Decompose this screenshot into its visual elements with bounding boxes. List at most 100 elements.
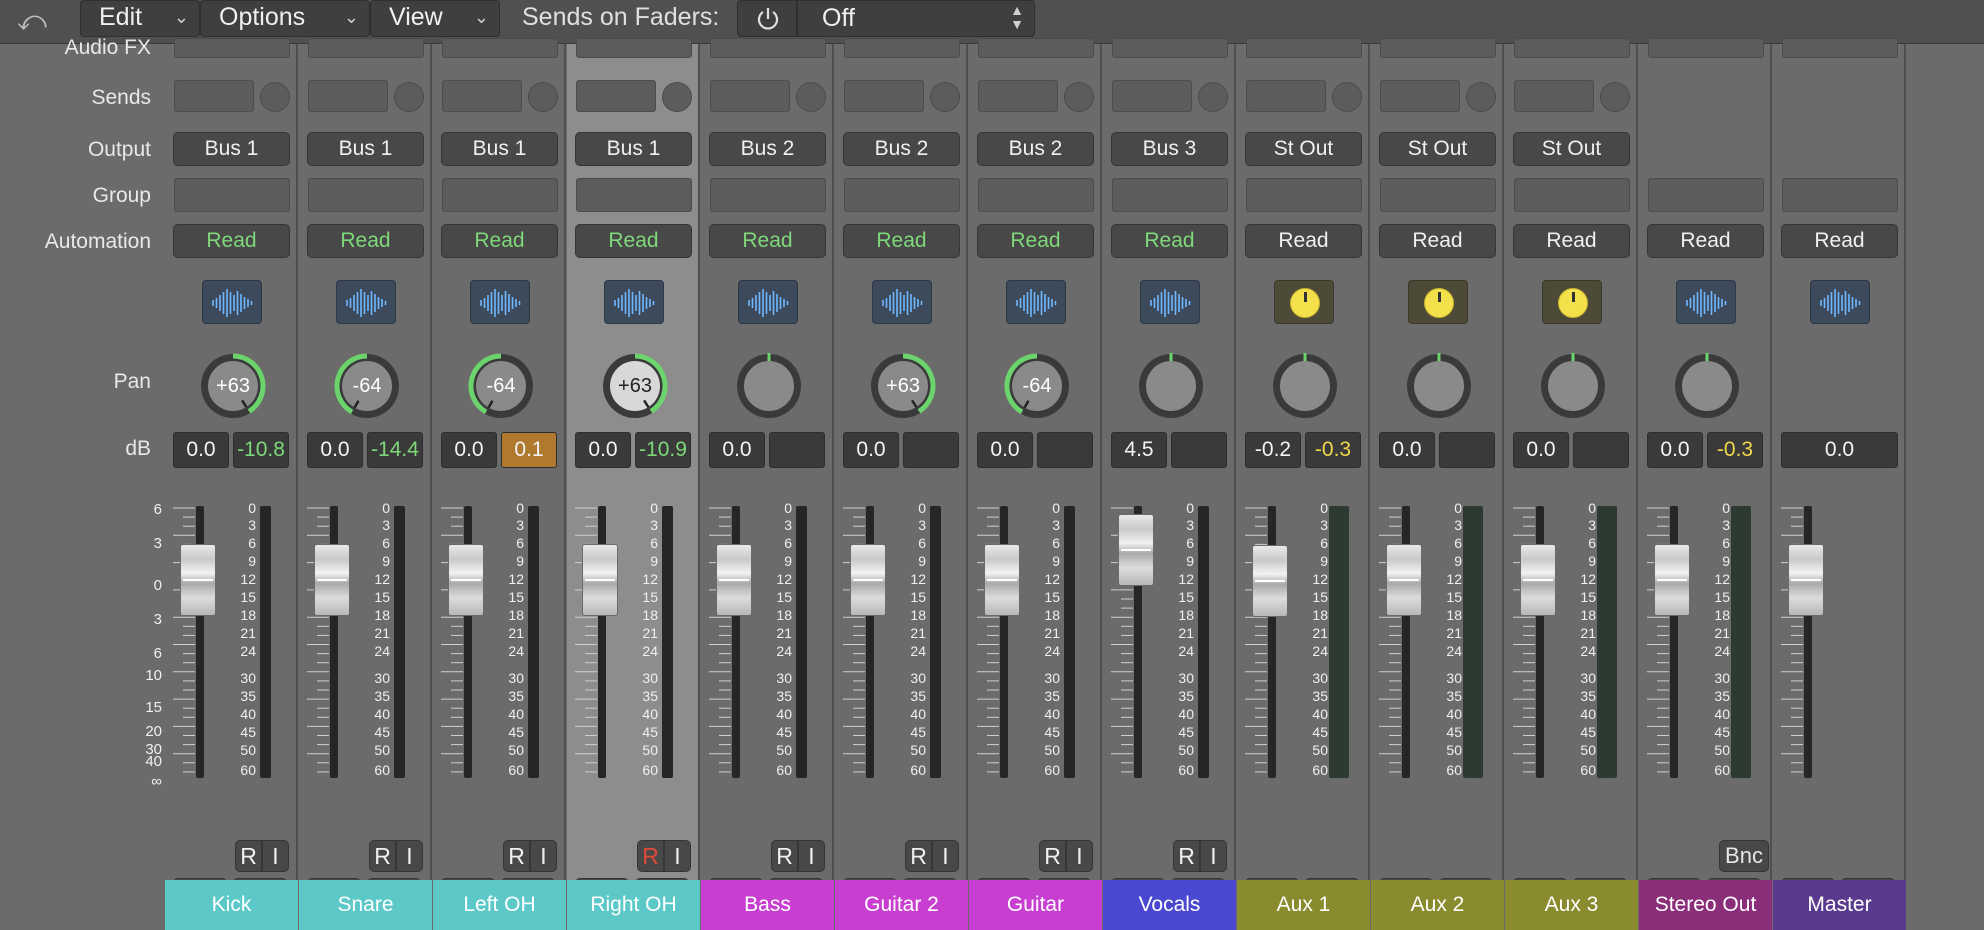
gain-display[interactable]: 0.0 <box>977 432 1033 468</box>
waveform-icon[interactable] <box>738 280 798 324</box>
input-monitor-button[interactable]: I <box>1200 840 1227 872</box>
waveform-icon[interactable] <box>470 280 530 324</box>
send-slot[interactable] <box>844 80 924 112</box>
peak-display[interactable]: -10.8 <box>233 432 289 468</box>
waveform-icon[interactable] <box>1810 280 1870 324</box>
fader-handle[interactable] <box>180 544 216 616</box>
waveform-icon[interactable] <box>1140 280 1200 324</box>
peak-display[interactable] <box>769 432 825 468</box>
automation-button[interactable]: Read <box>173 224 290 258</box>
pan-knob[interactable]: -64 <box>332 351 402 421</box>
pan-knob[interactable]: +63 <box>868 351 938 421</box>
group-slot[interactable] <box>576 178 692 212</box>
audio-fx-slot[interactable] <box>1782 38 1898 58</box>
send-slot[interactable] <box>308 80 388 112</box>
automation-button[interactable]: Read <box>1647 224 1764 258</box>
track-name-bar[interactable]: Vocals <box>1103 880 1236 930</box>
output-button[interactable]: Bus 1 <box>441 132 558 166</box>
aux-knob-icon[interactable] <box>1274 280 1334 324</box>
fader-handle[interactable] <box>1118 513 1154 586</box>
track-name-bar[interactable]: Guitar 2 <box>835 880 968 930</box>
fader-handle[interactable] <box>314 544 350 616</box>
send-level-knob[interactable] <box>394 82 424 112</box>
group-slot[interactable] <box>978 178 1094 212</box>
group-slot[interactable] <box>1246 178 1362 212</box>
pan-knob[interactable] <box>734 351 804 421</box>
automation-button[interactable]: Read <box>307 224 424 258</box>
audio-fx-slot[interactable] <box>1514 38 1630 58</box>
fader-handle[interactable] <box>448 544 484 616</box>
audio-fx-slot[interactable] <box>308 38 424 58</box>
pan-knob[interactable] <box>1404 351 1474 421</box>
track-name-bar[interactable]: Aux 1 <box>1237 880 1370 930</box>
record-enable-button[interactable]: R <box>1039 840 1066 872</box>
track-name-bar[interactable]: Bass <box>701 880 834 930</box>
pan-knob[interactable]: -64 <box>1002 351 1072 421</box>
group-slot[interactable] <box>1514 178 1630 212</box>
input-monitor-button[interactable]: I <box>530 840 557 872</box>
group-slot[interactable] <box>1648 178 1764 212</box>
automation-button[interactable]: Read <box>441 224 558 258</box>
record-enable-button[interactable]: R <box>905 840 932 872</box>
track-name-bar[interactable]: Aux 2 <box>1371 880 1504 930</box>
gain-display[interactable]: 0.0 <box>1647 432 1703 468</box>
audio-fx-slot[interactable] <box>710 38 826 58</box>
peak-display[interactable] <box>1171 432 1227 468</box>
send-slot[interactable] <box>1112 80 1192 112</box>
fader-handle[interactable] <box>984 544 1020 616</box>
send-level-knob[interactable] <box>260 82 290 112</box>
automation-button[interactable]: Read <box>1245 224 1362 258</box>
send-slot[interactable] <box>442 80 522 112</box>
aux-knob-icon[interactable] <box>1542 280 1602 324</box>
record-enable-button[interactable]: R <box>771 840 798 872</box>
track-name-bar[interactable]: Snare <box>299 880 432 930</box>
send-slot[interactable] <box>1380 80 1460 112</box>
audio-fx-slot[interactable] <box>978 38 1094 58</box>
fader-handle[interactable] <box>1654 544 1690 616</box>
audio-fx-slot[interactable] <box>1648 38 1764 58</box>
input-monitor-button[interactable]: I <box>1066 840 1093 872</box>
waveform-icon[interactable] <box>336 280 396 324</box>
waveform-icon[interactable] <box>1006 280 1066 324</box>
record-enable-button[interactable]: R <box>235 840 262 872</box>
track-name-bar[interactable]: Guitar <box>969 880 1102 930</box>
send-level-knob[interactable] <box>528 82 558 112</box>
menu-edit[interactable]: Edit ⌄ <box>80 0 200 37</box>
record-enable-button[interactable]: R <box>1173 840 1200 872</box>
menu-view[interactable]: View ⌄ <box>370 0 500 37</box>
back-arrow-icon[interactable]: ⤺ <box>14 4 50 38</box>
aux-knob-icon[interactable] <box>1408 280 1468 324</box>
output-button[interactable]: Bus 1 <box>173 132 290 166</box>
gain-display[interactable]: 0.0 <box>441 432 497 468</box>
automation-button[interactable]: Read <box>575 224 692 258</box>
gain-display[interactable]: 4.5 <box>1111 432 1167 468</box>
track-name-bar[interactable]: Stereo Out <box>1639 880 1772 930</box>
gain-display[interactable]: 0.0 <box>173 432 229 468</box>
pan-knob[interactable]: +63 <box>600 351 670 421</box>
send-slot[interactable] <box>1246 80 1326 112</box>
automation-button[interactable]: Read <box>1379 224 1496 258</box>
fader-handle[interactable] <box>1788 544 1824 616</box>
output-button[interactable]: Bus 3 <box>1111 132 1228 166</box>
group-slot[interactable] <box>1380 178 1496 212</box>
pan-knob[interactable]: -64 <box>466 351 536 421</box>
group-slot[interactable] <box>442 178 558 212</box>
track-name-bar[interactable]: Right OH <box>567 880 700 930</box>
gain-display[interactable]: 0.0 <box>1379 432 1435 468</box>
group-slot[interactable] <box>1782 178 1898 212</box>
send-slot[interactable] <box>978 80 1058 112</box>
waveform-icon[interactable] <box>202 280 262 324</box>
send-slot[interactable] <box>1514 80 1594 112</box>
audio-fx-slot[interactable] <box>174 38 290 58</box>
fader-handle[interactable] <box>582 544 618 616</box>
send-level-knob[interactable] <box>1198 82 1228 112</box>
track-name-bar[interactable]: Kick <box>165 880 298 930</box>
waveform-icon[interactable] <box>604 280 664 324</box>
group-slot[interactable] <box>844 178 960 212</box>
menu-options[interactable]: Options ⌄ <box>200 0 370 37</box>
send-level-knob[interactable] <box>796 82 826 112</box>
fader-handle[interactable] <box>1520 544 1556 616</box>
peak-display[interactable]: -0.3 <box>1305 432 1361 468</box>
fader-handle[interactable] <box>1386 544 1422 616</box>
sends-on-faders-select[interactable]: Off ▲ ▼ <box>797 0 1035 37</box>
